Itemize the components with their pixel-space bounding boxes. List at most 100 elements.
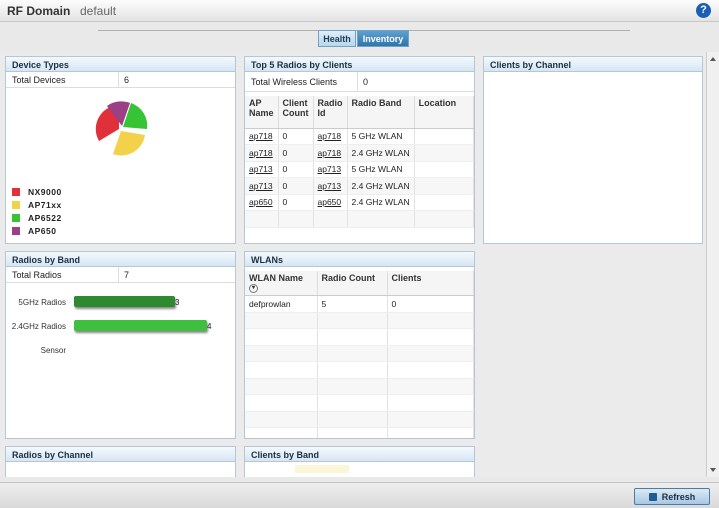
total-radios-value: 7 — [124, 269, 130, 280]
col-ap-name[interactable]: AP Name — [245, 96, 279, 129]
clients-by-band-title: Clients by Band — [245, 447, 474, 462]
refresh-button[interactable]: Refresh — [634, 488, 710, 505]
ap-name-link[interactable]: ap713 — [249, 164, 273, 174]
ap-name-link[interactable]: ap718 — [249, 131, 273, 141]
location-cell — [414, 128, 474, 145]
client-count-cell: 0 — [278, 194, 314, 211]
col-wlan-name[interactable]: WLAN Name ▾ — [245, 271, 318, 297]
device-types-pie-chart — [95, 101, 148, 156]
radio-count-cell: 5 — [317, 295, 388, 313]
clients-by-band-panel: Clients by Band — [244, 446, 475, 477]
radio-id-link[interactable]: ap713 — [318, 181, 342, 191]
ap-name-link[interactable]: ap650 — [249, 197, 273, 207]
bar-label-5ghz: 5GHz Radios — [18, 298, 66, 307]
vertical-scrollbar[interactable] — [706, 52, 719, 477]
client-count-cell: 0 — [278, 177, 314, 195]
legend-item: NX9000 — [12, 185, 62, 198]
table-row-empty — [245, 378, 474, 396]
table-row-empty — [245, 345, 474, 363]
tab-health[interactable]: Health — [318, 30, 356, 47]
table-row-empty — [245, 328, 474, 346]
radio-band-cell: 5 GHz WLAN — [347, 128, 415, 145]
rf-domain-name: default — [80, 4, 117, 18]
table-row-empty — [245, 411, 474, 429]
col-client-count[interactable]: Client Count — [278, 96, 314, 129]
total-devices-label: Total Devices — [6, 72, 119, 87]
col-radio-band[interactable]: Radio Band — [347, 96, 415, 129]
legend-swatch — [12, 200, 20, 209]
sort-icon[interactable]: ▾ — [249, 284, 258, 294]
top5-radios-title: Top 5 Radios by Clients — [245, 57, 474, 72]
bar-24ghz-radios — [74, 320, 207, 331]
legend-item: AP71xx — [12, 198, 62, 211]
radio-id-link[interactable]: ap718 — [318, 131, 342, 141]
legend-label: AP71xx — [28, 199, 62, 210]
col-radio-id[interactable]: Radio Id — [313, 96, 348, 129]
table-row-empty — [245, 427, 474, 438]
clients-by-channel-title: Clients by Channel — [484, 57, 702, 72]
scroll-up-arrow-icon[interactable] — [710, 57, 716, 61]
client-count-cell: 0 — [278, 161, 314, 178]
table-row: ap713 0 ap713 5 GHz WLAN — [245, 161, 474, 178]
col-radio-count[interactable]: Radio Count — [317, 271, 388, 297]
total-wireless-clients-value: 0 — [363, 76, 369, 87]
legend-swatch — [12, 226, 20, 235]
clients-cell: 0 — [387, 295, 474, 313]
pie-slice-ap71xx — [113, 131, 145, 156]
radio-band-cell: 5 GHz WLAN — [347, 161, 415, 178]
ap-name-link[interactable]: ap713 — [249, 181, 273, 191]
total-devices-row: Total Devices 6 — [6, 72, 235, 88]
radios-by-band-title: Radios by Band — [6, 252, 235, 267]
wlans-title: WLANs — [245, 252, 474, 267]
location-cell — [414, 144, 474, 162]
bar-value-24ghz: 4 — [207, 322, 212, 331]
radio-band-cell: 2.4 GHz WLAN — [347, 177, 415, 195]
radios-by-channel-panel: Radios by Channel — [5, 446, 236, 477]
radio-id-link[interactable]: ap718 — [318, 148, 342, 158]
legend-swatch — [12, 187, 20, 196]
location-cell — [414, 161, 474, 178]
refresh-label: Refresh — [661, 491, 696, 502]
table-row-empty — [245, 312, 474, 330]
refresh-icon — [648, 492, 657, 501]
device-types-legend: NX9000 AP71xx AP6522 AP650 — [12, 185, 62, 237]
radio-band-cell: 2.4 GHz WLAN — [347, 194, 415, 211]
total-radios-label: Total Radios — [6, 267, 119, 282]
total-wireless-clients-row: Total Wireless Clients 0 — [245, 72, 474, 92]
dashboard-content: Device Types Total Devices 6 NX9000 AP71… — [0, 52, 706, 477]
radio-id-link[interactable]: ap713 — [318, 164, 342, 174]
wlans-table: WLAN Name ▾ Radio Count Clients defprowl… — [245, 271, 474, 438]
legend-label: AP6522 — [28, 212, 62, 223]
legend-item: AP6522 — [12, 211, 62, 224]
table-row: ap718 0 ap718 2.4 GHz WLAN — [245, 144, 474, 162]
wlans-panel: WLANs WLAN Name ▾ Radio Count Clients de… — [244, 251, 475, 439]
radios-by-channel-title: Radios by Channel — [6, 447, 235, 462]
table-row: ap718 0 ap718 5 GHz WLAN — [245, 128, 474, 145]
footer-bar: Refresh — [0, 482, 719, 508]
col-clients[interactable]: Clients — [387, 271, 474, 297]
total-radios-row: Total Radios 7 — [6, 267, 235, 283]
tab-inventory[interactable]: Inventory — [357, 30, 409, 47]
radio-id-link[interactable]: ap650 — [318, 197, 342, 207]
ap-name-link[interactable]: ap718 — [249, 148, 273, 158]
device-types-panel: Device Types Total Devices 6 NX9000 AP71… — [5, 56, 236, 244]
wlan-name-cell: defprowlan — [245, 295, 318, 313]
legend-label: AP650 — [28, 225, 57, 236]
table-row-empty — [245, 361, 474, 379]
table-row-empty — [245, 394, 474, 412]
radios-by-band-panel: Radios by Band Total Radios 7 5GHz Radio… — [5, 251, 236, 439]
page-title: RF Domain — [7, 4, 71, 18]
location-cell — [414, 194, 474, 211]
total-wireless-clients-label: Total Wireless Clients — [245, 72, 358, 91]
bar-5ghz-radios — [74, 296, 175, 307]
table-row: ap650 0 ap650 2.4 GHz WLAN — [245, 194, 474, 211]
scroll-down-arrow-icon[interactable] — [710, 468, 716, 472]
total-devices-value: 6 — [124, 74, 130, 85]
client-count-cell: 0 — [278, 128, 314, 145]
legend-swatch — [12, 213, 20, 222]
table-row[interactable]: defprowlan 5 0 — [245, 295, 474, 313]
top5-radios-table: AP Name Client Count Radio Id Radio Band… — [245, 96, 474, 228]
location-cell — [414, 177, 474, 195]
col-location[interactable]: Location — [414, 96, 474, 129]
help-icon[interactable]: ? — [696, 3, 711, 18]
